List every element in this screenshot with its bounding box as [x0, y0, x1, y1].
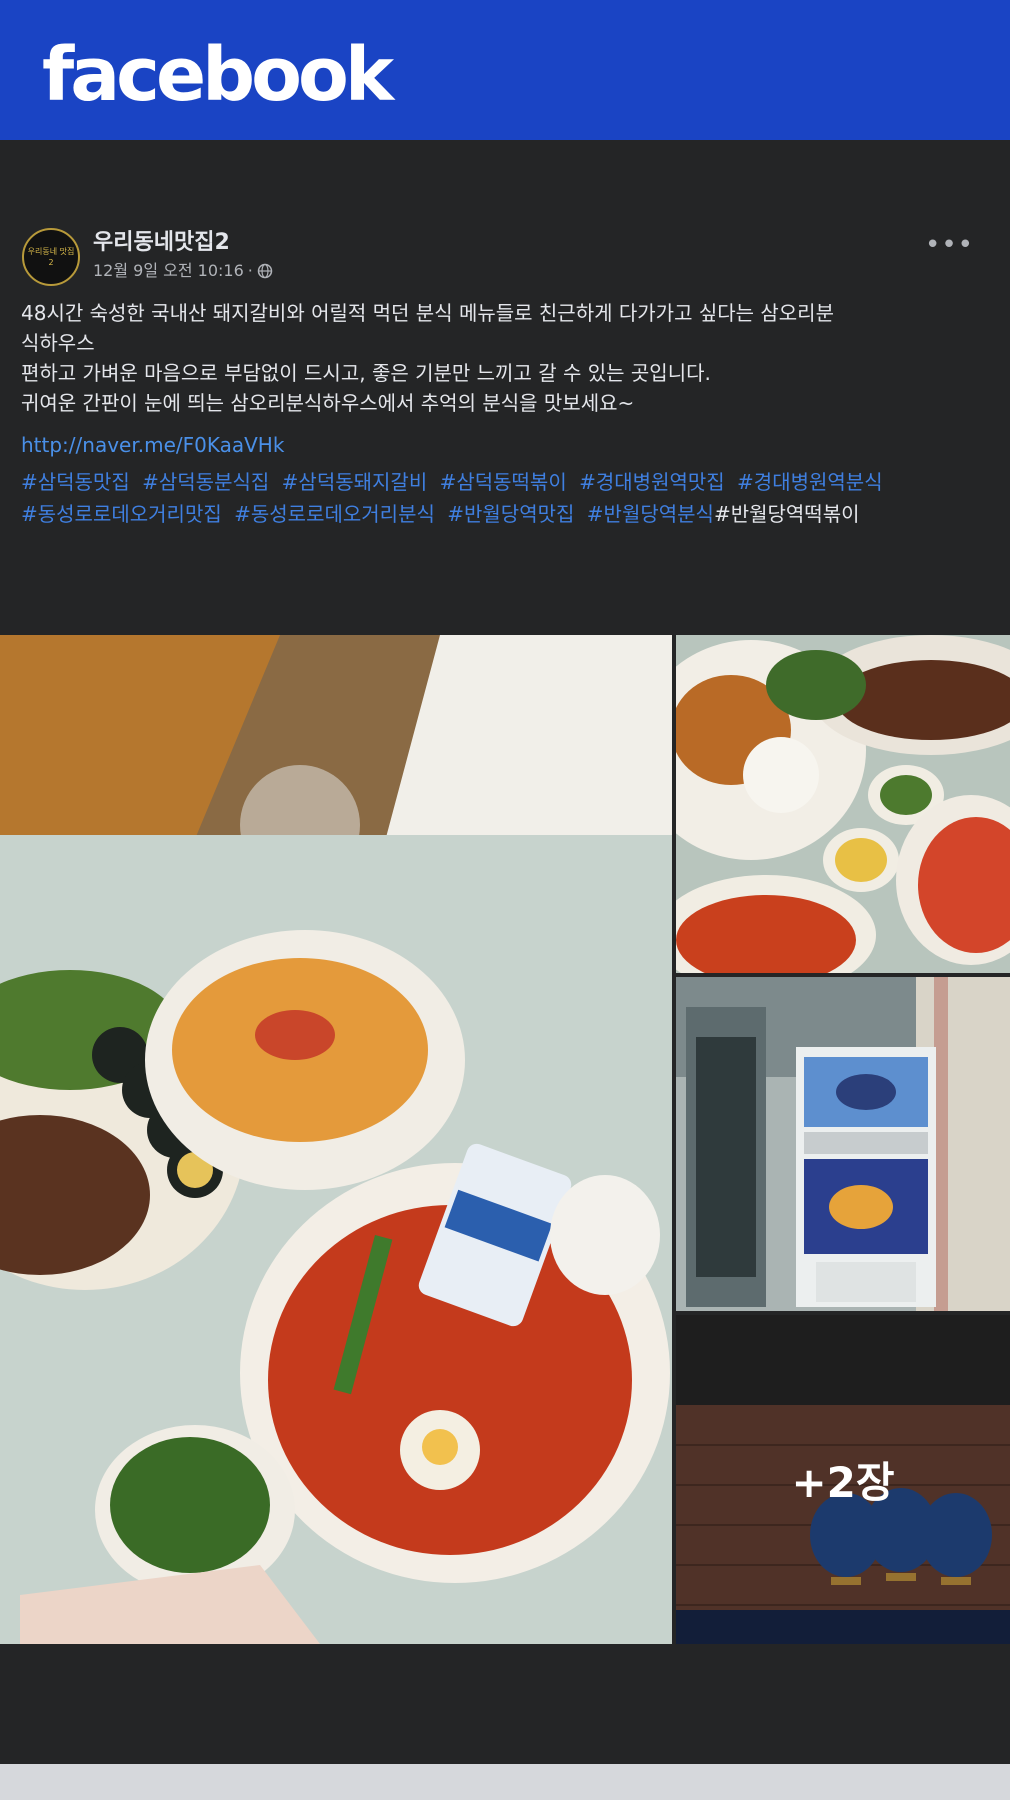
post-body: 48시간 숙성한 국내산 돼지갈비와 어릴적 먹던 분식 메뉴들로 친근하게 다… [21, 298, 991, 418]
post-body-line: 귀여운 간판이 눈에 띄는 삼오리분식하우스에서 추억의 분식을 맛보세요~ [21, 391, 635, 415]
hashtag[interactable]: #삼덕동떡볶이 [440, 470, 567, 494]
meta-separator: · [247, 261, 253, 280]
hashtag[interactable]: #반월당역분식 [587, 502, 714, 526]
post-link[interactable]: http://naver.me/F0KaaVHk [21, 430, 284, 460]
post-card: 우리동네 맛집 2 우리동네맛집2 12월 9일 오전 10:16 · ••• … [0, 140, 1010, 1764]
bottom-strip [0, 1764, 1010, 1800]
hashtag-row: #삼덕동맛집 #삼덕동분식집 #삼덕동돼지갈비 #삼덕동떡볶이 #경대병원역맛집… [21, 466, 996, 498]
hashtag[interactable]: #반월당역맛집 [447, 502, 574, 526]
hashtag[interactable]: #경대병원역분식 [737, 470, 883, 494]
page-avatar[interactable]: 우리동네 맛집 2 [22, 228, 80, 286]
page-name[interactable]: 우리동네맛집2 [93, 228, 230, 258]
hashtag[interactable]: #동성로로데오거리분식 [234, 502, 435, 526]
hashtag[interactable]: #삼덕동맛집 [21, 470, 130, 494]
post-body-line: 편하고 가벼운 마음으로 부담없이 드시고, 좋은 기분만 느끼고 갈 수 있는… [21, 361, 711, 385]
hashtag[interactable]: #동성로로데오거리맛집 [21, 502, 222, 526]
top-bar: facebook [0, 0, 1010, 140]
post-timestamp[interactable]: 12월 9일 오전 10:16 [93, 260, 244, 282]
photo-side-2[interactable] [676, 977, 1010, 1311]
storefront-image [676, 977, 1010, 1311]
facebook-logo[interactable]: facebook [42, 30, 394, 120]
photo-side-3[interactable]: +2장 [676, 1315, 1010, 1644]
more-options-button[interactable]: ••• [925, 230, 974, 260]
more-photos-count: +2장 [791, 1458, 895, 1507]
post-body-line: 식하우스 [21, 331, 95, 355]
hashtag-plain: #반월당역떡볶이 [713, 502, 860, 526]
food-table-image [0, 635, 672, 1644]
post-body-line: 48시간 숙성한 국내산 돼지갈비와 어릴적 먹던 분식 메뉴들로 친근하게 다… [21, 301, 834, 325]
photo-main[interactable] [0, 635, 672, 1644]
hashtag[interactable]: #삼덕동분식집 [142, 470, 269, 494]
hashtag[interactable]: #경대병원역맛집 [579, 470, 725, 494]
avatar-text: 우리동네 맛집 2 [27, 247, 75, 267]
post-meta: 12월 9일 오전 10:16 · [93, 260, 273, 282]
photo-side-1[interactable] [676, 635, 1010, 973]
hashtags: #삼덕동맛집 #삼덕동분식집 #삼덕동돼지갈비 #삼덕동떡볶이 #경대병원역맛집… [21, 466, 996, 530]
globe-icon [257, 263, 273, 279]
hashtag[interactable]: #삼덕동돼지갈비 [282, 470, 428, 494]
hashtag-row: #동성로로데오거리맛집 #동성로로데오거리분식 #반월당역맛집 #반월당역분식#… [21, 498, 996, 530]
more-photos-overlay[interactable]: +2장 [676, 1315, 1010, 1644]
plated-meal-image [676, 635, 1010, 973]
